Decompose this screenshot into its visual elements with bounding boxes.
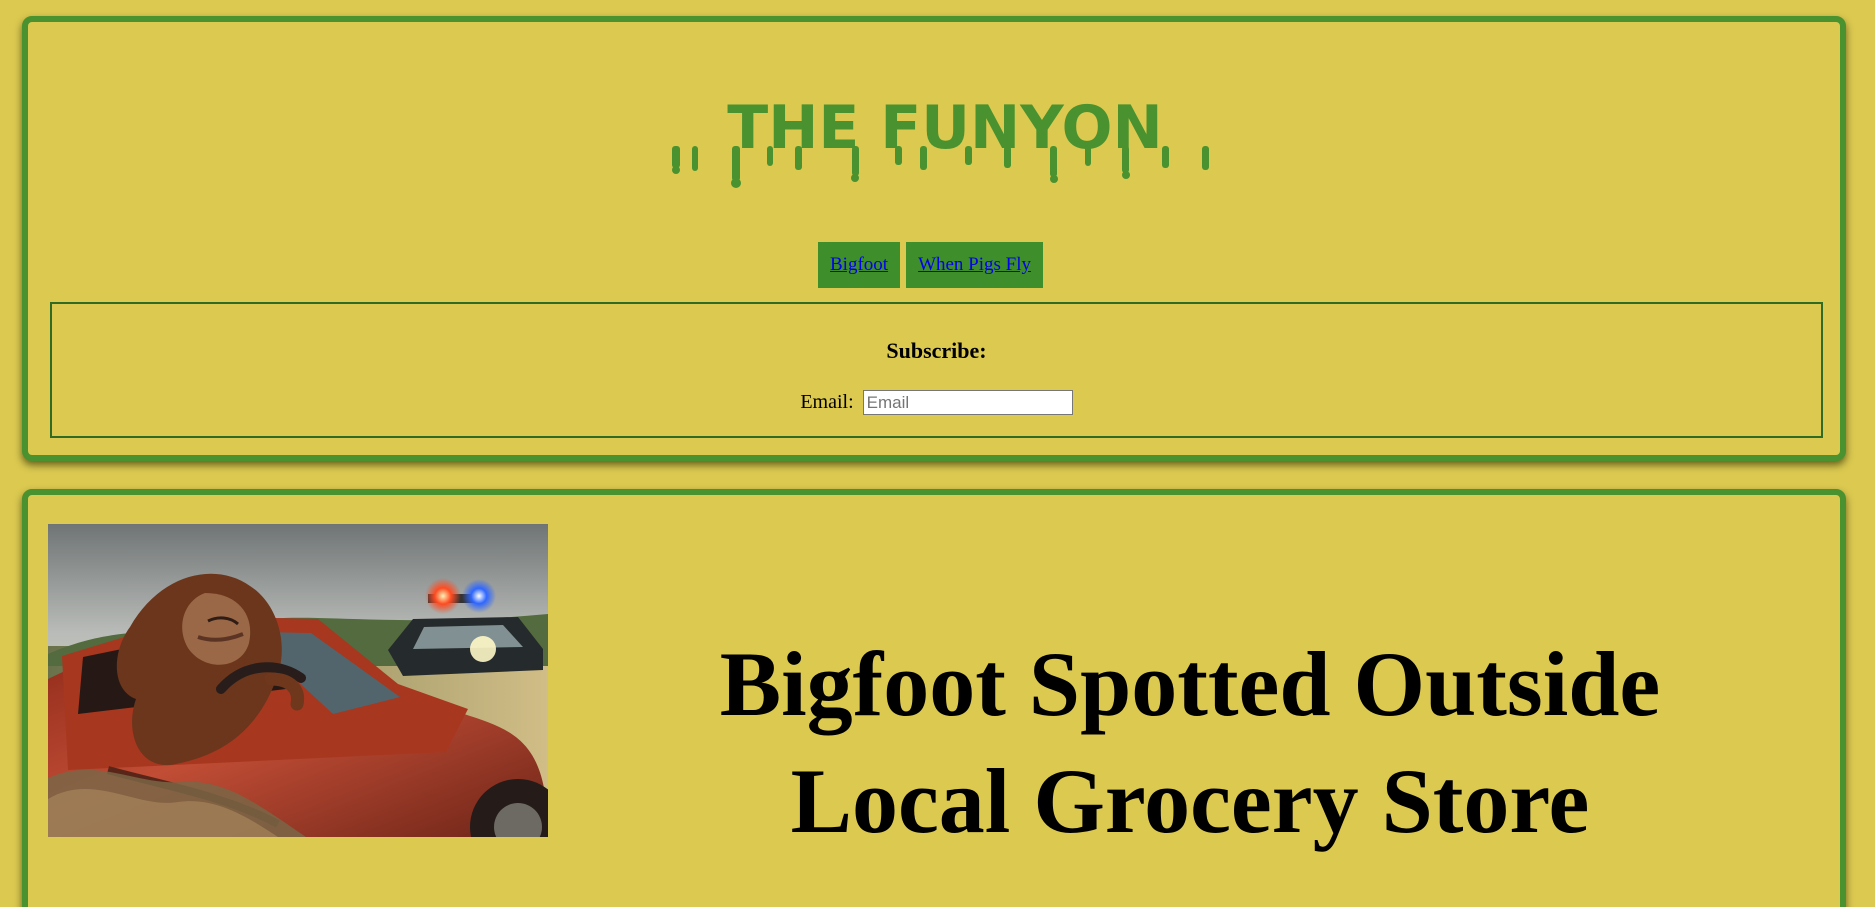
article-headline[interactable]: Bigfoot Spotted Outside Local Grocery St… (620, 626, 1760, 860)
nav-link-bigfoot[interactable]: Bigfoot (818, 242, 901, 288)
logo-text: THE FUNYON (727, 93, 1162, 163)
email-field-row: Email: (52, 390, 1821, 415)
site-logo[interactable]: THE FUNYON (650, 88, 1240, 198)
main-navigation: Bigfoot When Pigs Fly (818, 242, 1044, 288)
nav-link-when-pigs-fly[interactable]: When Pigs Fly (906, 242, 1044, 288)
email-label: Email: (800, 391, 854, 413)
email-input[interactable] (862, 390, 1073, 415)
subscribe-heading: Subscribe: (886, 338, 987, 363)
article-image[interactable] (48, 524, 548, 837)
subscribe-box: Subscribe: Email: (50, 302, 1823, 438)
page: THE FUNYON Bigfoot When Pigs Fly Subscri… (0, 0, 1875, 907)
